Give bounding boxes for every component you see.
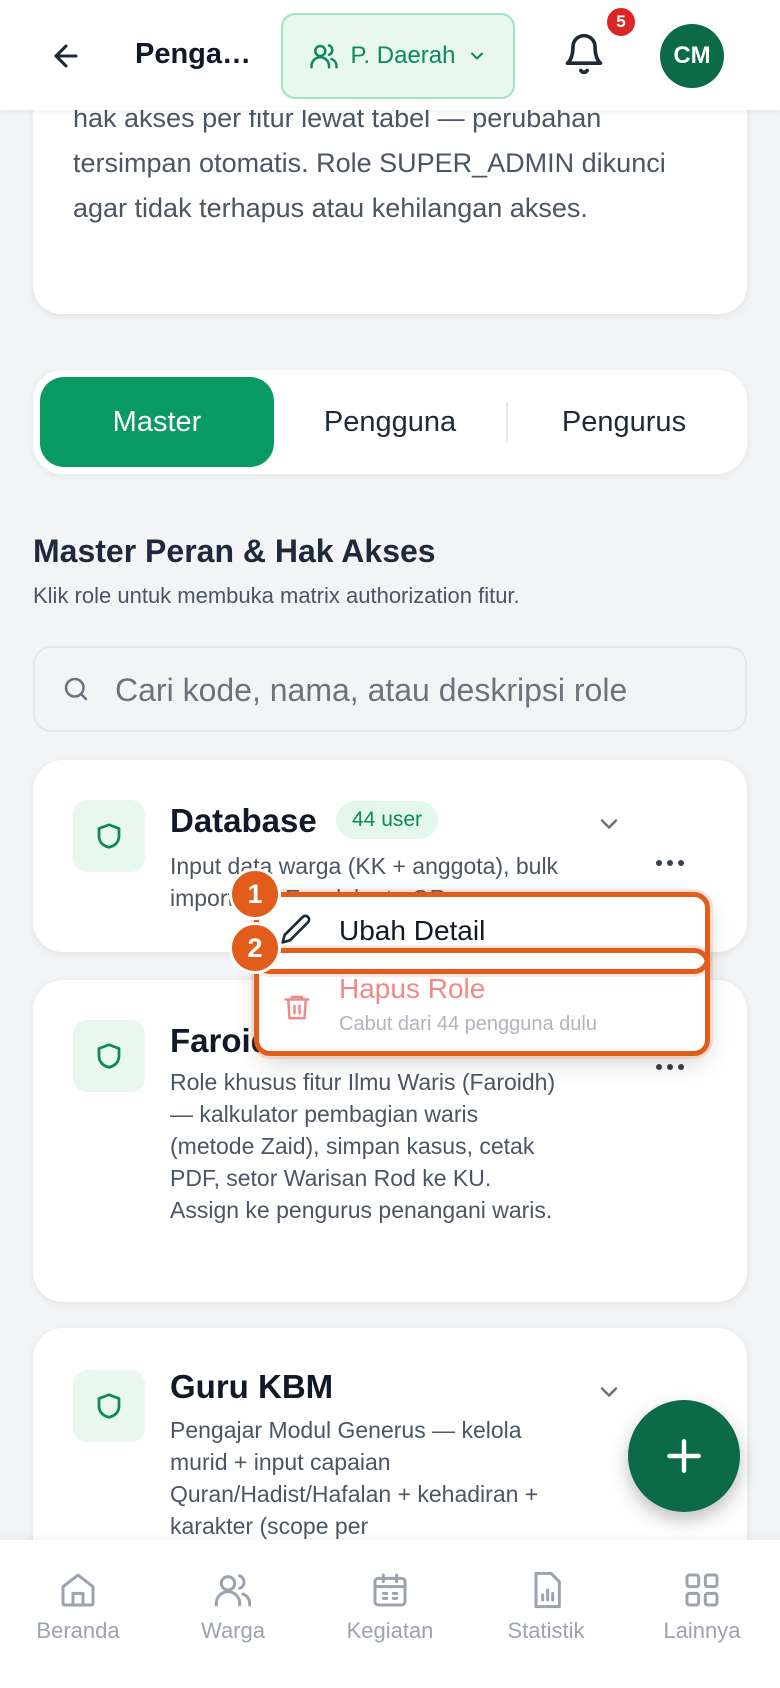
shield-icon <box>97 1043 121 1069</box>
more-dot <box>667 1064 673 1070</box>
delete-role-label: Hapus Role <box>339 973 486 1004</box>
home-icon <box>61 1573 95 1607</box>
user-count-badge: 44 user <box>336 801 439 839</box>
shield-icon <box>97 823 121 849</box>
page-title: Pengat… <box>135 38 255 70</box>
notification-badge: 5 <box>604 5 638 39</box>
tab-bar: Master Pengguna Pengurus <box>33 370 747 474</box>
search-input[interactable] <box>115 662 675 718</box>
scope-selector[interactable]: P. Daerah <box>281 13 515 99</box>
plus-icon <box>667 1439 701 1473</box>
more-dot <box>656 860 662 866</box>
section-subtitle: Klik role untuk membuka matrix authoriza… <box>33 583 520 608</box>
nav-label: Warga <box>201 1618 265 1643</box>
pencil-icon <box>281 914 311 944</box>
shield-icon <box>97 1393 121 1419</box>
bottom-navigation: Beranda Warga Kegiatan Statistik Lainnya <box>0 1540 780 1688</box>
back-button[interactable] <box>46 36 86 76</box>
delete-role-hint: Cabut dari 44 pengguna dulu <box>339 1013 597 1035</box>
add-role-button[interactable] <box>628 1400 740 1512</box>
trash-icon <box>284 995 310 1020</box>
users-icon <box>309 44 338 69</box>
info-text: hak akses per fitur lewat tabel — peruba… <box>73 103 666 223</box>
tab-divider <box>506 402 508 442</box>
chart-icon <box>534 1571 561 1609</box>
role-description: Role khusus fitur Ilmu Waris (Faroidh) —… <box>170 1069 556 1223</box>
chevron-down-icon[interactable] <box>595 1378 623 1406</box>
role-icon-box <box>73 1370 145 1442</box>
more-options-button[interactable] <box>645 843 695 883</box>
nav-item-kegiatan[interactable]: Kegiatan <box>325 1570 455 1644</box>
notifications-button[interactable] <box>562 30 606 78</box>
nav-item-lainnya[interactable]: Lainnya <box>637 1570 767 1644</box>
role-icon-box <box>73 800 145 872</box>
delete-role-menu-item[interactable]: Hapus Role Cabut dari 44 pengguna dulu <box>258 967 708 1055</box>
nav-item-statistik[interactable]: Statistik <box>481 1570 611 1644</box>
more-dot <box>656 1064 662 1070</box>
section-title: Master Peran & Hak Akses <box>33 533 436 569</box>
nav-label: Kegiatan <box>346 1618 434 1643</box>
tab-master[interactable]: Master <box>40 377 274 467</box>
chevron-down-icon <box>471 52 484 60</box>
nav-item-warga[interactable]: Warga <box>168 1570 298 1644</box>
nav-item-beranda[interactable]: Beranda <box>13 1570 143 1644</box>
more-dot <box>667 860 673 866</box>
tab-pengguna[interactable]: Pengguna <box>275 377 505 467</box>
more-dot <box>678 860 684 866</box>
avatar[interactable]: CM <box>660 24 724 88</box>
role-name: Database <box>170 802 317 839</box>
role-name: Guru KBM <box>170 1368 334 1405</box>
calendar-icon <box>373 1573 407 1607</box>
chevron-down-icon[interactable] <box>595 810 623 838</box>
users-icon <box>214 1574 252 1607</box>
tab-pengurus[interactable]: Pengurus <box>509 377 739 467</box>
search-icon <box>64 677 88 701</box>
bell-icon <box>565 33 603 75</box>
edit-detail-menu-item[interactable]: Ubah Detail <box>258 895 708 965</box>
nav-label: Statistik <box>507 1618 585 1643</box>
annotation-marker-2: 2 <box>229 922 281 974</box>
app-header: Pengat… P. Daerah 5 CM <box>0 0 780 110</box>
role-description: Pengajar Modul Generus — kelola murid + … <box>170 1417 539 1539</box>
grid-icon <box>685 1573 719 1607</box>
nav-label: Lainnya <box>663 1618 741 1643</box>
role-icon-box <box>73 1020 145 1092</box>
more-dot <box>678 1064 684 1070</box>
search-box <box>33 646 747 732</box>
role-options-menu: Ubah Detail Hapus Role Cabut dari 44 pen… <box>258 895 708 1055</box>
annotation-marker-1: 1 <box>229 868 281 920</box>
scope-label: P. Daerah <box>350 42 456 69</box>
edit-detail-label: Ubah Detail <box>339 915 486 946</box>
arrow-left-icon <box>54 44 78 68</box>
nav-label: Beranda <box>36 1618 120 1643</box>
